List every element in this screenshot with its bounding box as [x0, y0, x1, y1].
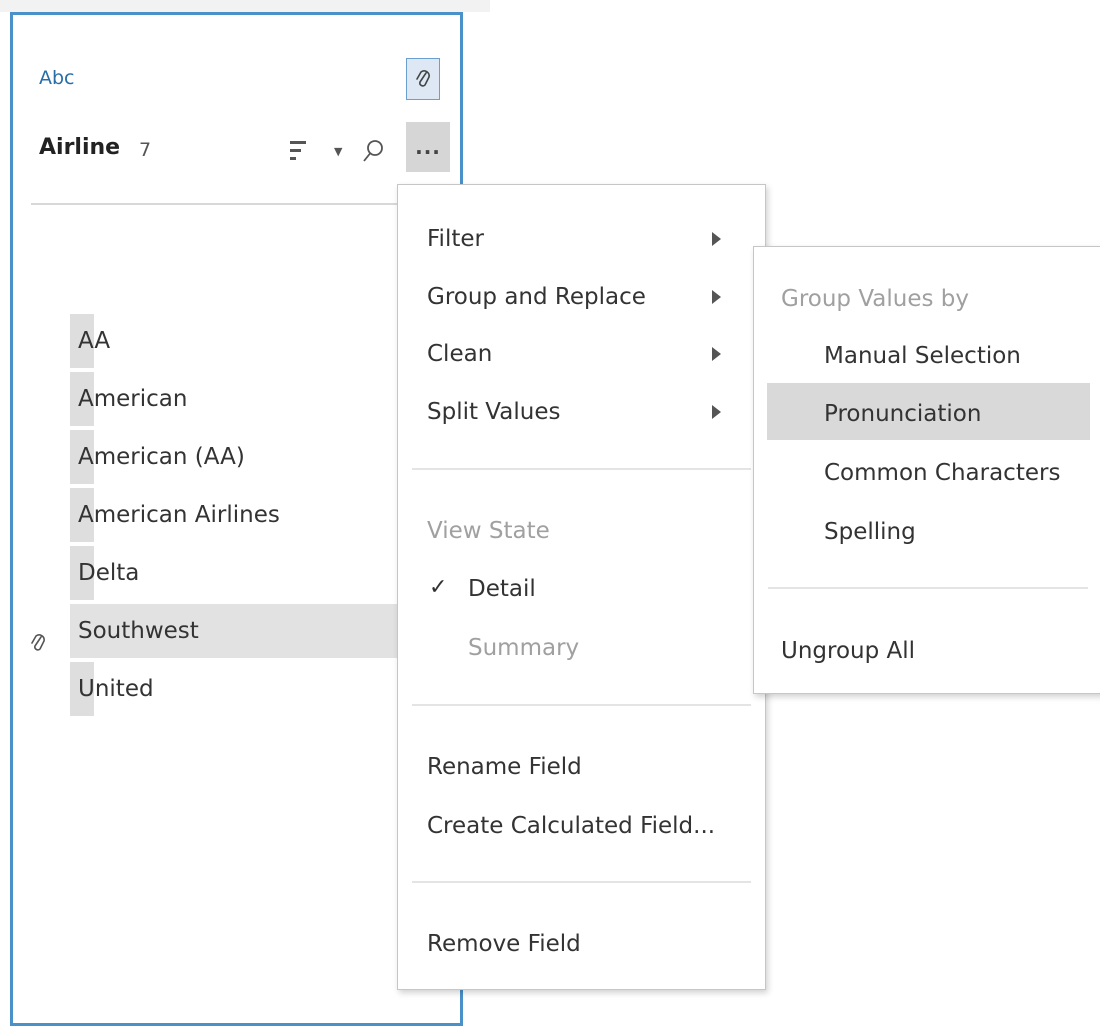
menu-item-split-values[interactable]: Split Values — [427, 397, 560, 427]
submenu-separator — [768, 587, 1088, 589]
value-label: American — [78, 386, 188, 412]
submenu-item-pronunciation[interactable]: Pronunciation — [824, 399, 981, 429]
menu-item-create-calculated-field[interactable]: Create Calculated Field... — [427, 811, 715, 841]
caret-down-icon[interactable]: ▼ — [334, 145, 342, 158]
menu-item-clean[interactable]: Clean — [427, 339, 492, 369]
chevron-right-icon — [712, 290, 721, 304]
menu-item-filter[interactable]: Filter — [427, 224, 484, 254]
value-label: Delta — [78, 560, 140, 586]
grouped-values-toggle[interactable] — [406, 58, 440, 100]
chevron-right-icon — [712, 405, 721, 419]
search-icon[interactable] — [362, 139, 384, 163]
more-icon: ... — [415, 135, 441, 159]
view-state-header: View State — [427, 518, 550, 544]
paperclip-icon — [31, 634, 45, 651]
group-values-by-header: Group Values by — [781, 286, 969, 312]
chevron-right-icon — [712, 347, 721, 361]
menu-item-rename-field[interactable]: Rename Field — [427, 752, 582, 782]
more-options-button[interactable]: ... — [406, 122, 450, 172]
menu-item-remove-field[interactable]: Remove Field — [427, 929, 581, 959]
value-label: United — [78, 676, 154, 702]
value-label: AA — [78, 328, 111, 354]
chevron-right-icon — [712, 232, 721, 246]
checkmark-icon: ✓ — [429, 575, 448, 600]
submenu-item-common-characters[interactable]: Common Characters — [824, 458, 1060, 488]
menu-item-summary[interactable]: Summary — [468, 633, 579, 663]
field-name: Airline — [39, 135, 121, 160]
value-label: Southwest — [78, 618, 199, 644]
field-context-menu: Filter Group and Replace Clean Split Val… — [397, 184, 766, 990]
value-label: American (AA) — [78, 444, 245, 470]
field-profile-card[interactable]: Abc Airline 7 ▼ ... AA American American… — [10, 12, 463, 1026]
background-strip — [0, 0, 490, 12]
menu-separator — [412, 704, 751, 706]
header-divider — [31, 203, 460, 205]
menu-item-group-and-replace[interactable]: Group and Replace — [427, 282, 646, 312]
value-label: American Airlines — [78, 502, 280, 528]
sort-icon[interactable] — [290, 140, 308, 162]
submenu-item-spelling[interactable]: Spelling — [824, 517, 916, 547]
menu-separator — [412, 881, 751, 883]
group-values-submenu: Group Values by Manual Selection Pronunc… — [753, 246, 1100, 694]
submenu-item-manual-selection[interactable]: Manual Selection — [824, 341, 1021, 371]
menu-separator — [412, 468, 751, 470]
submenu-item-ungroup-all[interactable]: Ungroup All — [781, 636, 915, 666]
field-value-count: 7 — [139, 139, 152, 161]
menu-item-detail[interactable]: Detail — [468, 574, 536, 604]
paperclip-icon — [416, 70, 430, 87]
data-type-label[interactable]: Abc — [39, 67, 75, 89]
